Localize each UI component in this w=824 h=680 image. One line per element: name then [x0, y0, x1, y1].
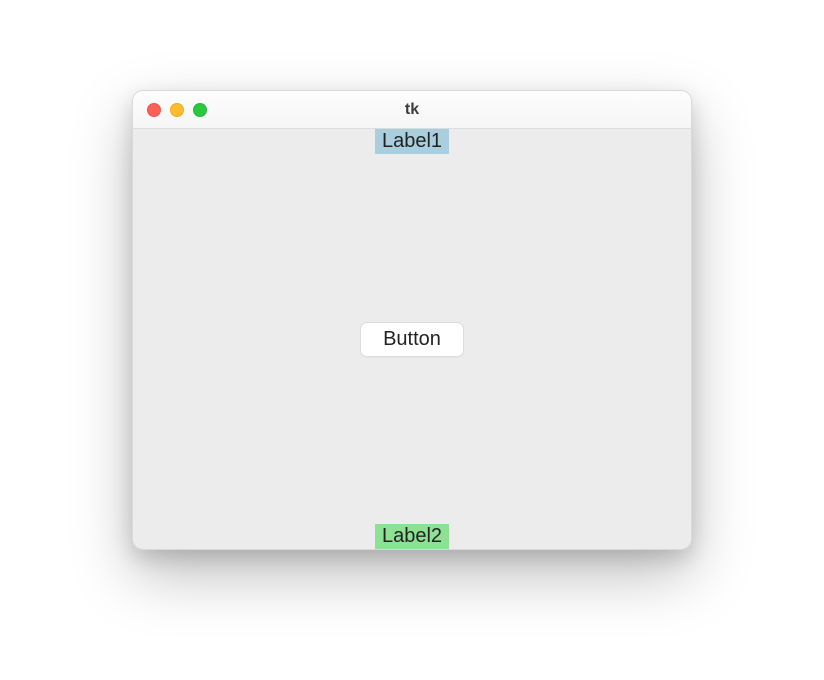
window-title: tk [133, 101, 691, 119]
close-icon[interactable] [147, 103, 161, 117]
titlebar: tk [133, 91, 691, 129]
traffic-lights [133, 103, 207, 117]
minimize-icon[interactable] [170, 103, 184, 117]
main-button[interactable]: Button [360, 322, 464, 357]
middle-wrap: Button [360, 154, 464, 524]
app-window: tk Label1 Button Label2 [132, 90, 692, 550]
window-content: Label1 Button Label2 [133, 129, 691, 549]
label-2: Label2 [375, 524, 449, 549]
label-1: Label1 [375, 129, 449, 154]
maximize-icon[interactable] [193, 103, 207, 117]
